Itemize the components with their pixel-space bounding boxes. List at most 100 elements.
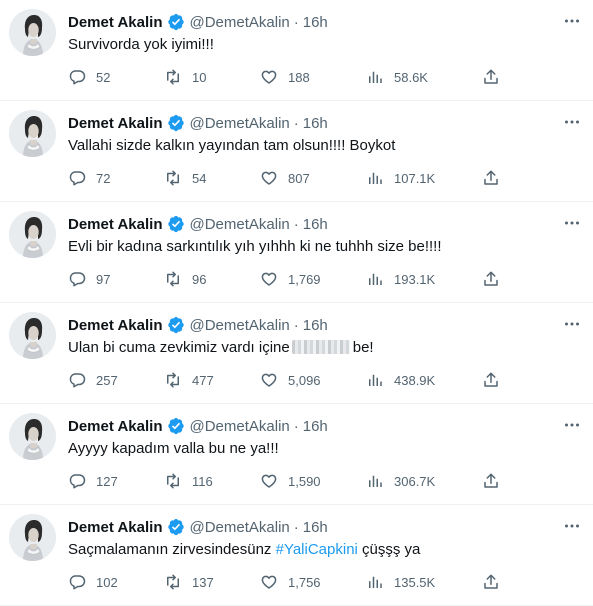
tweet[interactable]: Demet Akalin @DemetAkalin · 16h Evli bir… <box>0 202 593 303</box>
retweet-button[interactable]: 10 <box>164 66 206 88</box>
tweet[interactable]: Demet Akalin @DemetAkalin · 16h Ulan bi … <box>0 303 593 404</box>
avatar[interactable] <box>9 413 56 460</box>
tweet-timestamp[interactable]: 16h <box>303 14 328 31</box>
author-handle[interactable]: @DemetAkalin <box>189 418 289 435</box>
retweet-button[interactable]: 96 <box>164 268 206 290</box>
verified-badge-icon <box>167 518 185 536</box>
like-button[interactable]: 5,096 <box>260 369 321 391</box>
more-options-icon[interactable] <box>563 416 581 434</box>
retweet-count: 96 <box>192 271 207 287</box>
more-options-icon[interactable] <box>563 12 581 30</box>
share-icon <box>484 574 498 589</box>
share-button[interactable] <box>482 268 500 290</box>
tweet-timestamp[interactable]: 16h <box>303 418 328 435</box>
retweet-button[interactable]: 477 <box>164 369 214 391</box>
views-button[interactable]: 107.1K <box>366 167 435 189</box>
reply-count: 102 <box>96 574 118 590</box>
views-button[interactable]: 193.1K <box>366 268 435 290</box>
author-handle[interactable]: @DemetAkalin <box>189 519 289 536</box>
tweet-timestamp[interactable]: 16h <box>303 115 328 132</box>
avatar[interactable] <box>9 211 56 258</box>
author-handle[interactable]: @DemetAkalin <box>189 14 289 31</box>
tweet-actions: 257 477 5,096 438.9K <box>68 369 508 391</box>
share-icon <box>484 69 498 84</box>
reply-count: 257 <box>96 372 118 388</box>
verified-badge-icon <box>167 114 185 132</box>
tweet-timestamp[interactable]: 16h <box>303 216 328 233</box>
like-count: 1,756 <box>288 574 321 590</box>
reply-button[interactable]: 127 <box>68 470 118 492</box>
heart-icon <box>261 474 277 488</box>
heart-icon <box>261 171 277 185</box>
tweet[interactable]: Demet Akalin @DemetAkalin · 16h Vallahi … <box>0 101 593 202</box>
reply-count: 97 <box>96 271 111 287</box>
reply-button[interactable]: 72 <box>68 167 110 189</box>
views-count: 107.1K <box>394 170 436 186</box>
views-button[interactable]: 438.9K <box>366 369 435 391</box>
hashtag-link[interactable]: #YaliCapkini <box>276 541 358 558</box>
tweet[interactable]: Demet Akalin @DemetAkalin · 16h Survivor… <box>0 0 593 101</box>
avatar[interactable] <box>9 9 56 56</box>
more-options-icon[interactable] <box>563 315 581 333</box>
share-button[interactable] <box>482 470 500 492</box>
like-count: 807 <box>288 170 310 186</box>
like-count: 1,769 <box>288 271 321 287</box>
separator-dot: · <box>293 518 299 536</box>
like-button[interactable]: 188 <box>260 66 310 88</box>
tweet[interactable]: Demet Akalin @DemetAkalin · 16h Ayyyy ka… <box>0 404 593 505</box>
author-name[interactable]: Demet Akalin <box>68 317 162 334</box>
views-button[interactable]: 135.5K <box>366 571 435 593</box>
avatar[interactable] <box>9 312 56 359</box>
like-button[interactable]: 1,756 <box>260 571 321 593</box>
author-handle[interactable]: @DemetAkalin <box>189 216 289 233</box>
tweet-text: Evli bir kadına sarkıntılık yıh yıhhh ki… <box>68 238 442 255</box>
avatar[interactable] <box>9 110 56 157</box>
like-count: 1,590 <box>288 473 321 489</box>
like-button[interactable]: 1,590 <box>260 470 321 492</box>
views-button[interactable]: 306.7K <box>366 470 435 492</box>
retweet-button[interactable]: 137 <box>164 571 214 593</box>
author-handle[interactable]: @DemetAkalin <box>189 115 289 132</box>
retweet-icon <box>167 170 179 186</box>
tweet-actions: 72 54 807 107.1K <box>68 167 508 189</box>
share-button[interactable] <box>482 571 500 593</box>
avatar[interactable] <box>9 514 56 561</box>
separator-dot: · <box>293 13 299 31</box>
retweet-button[interactable]: 116 <box>164 470 213 492</box>
tweet-text: Survivorda yok iyimi!!! <box>68 36 214 53</box>
reply-icon <box>69 474 86 489</box>
tweet-actions: 97 96 1,769 193.1K <box>68 268 508 290</box>
more-options-icon[interactable] <box>563 517 581 535</box>
share-button[interactable] <box>482 66 500 88</box>
reply-button[interactable]: 257 <box>68 369 118 391</box>
author-name[interactable]: Demet Akalin <box>68 418 162 435</box>
views-button[interactable]: 58.6K <box>366 66 428 88</box>
reply-button[interactable]: 52 <box>68 66 110 88</box>
retweet-icon <box>167 574 179 590</box>
more-options-icon[interactable] <box>563 214 581 232</box>
share-icon <box>484 372 498 387</box>
reply-count: 52 <box>96 69 111 85</box>
author-name[interactable]: Demet Akalin <box>68 115 162 132</box>
reply-button[interactable]: 97 <box>68 268 110 290</box>
author-name[interactable]: Demet Akalin <box>68 519 162 536</box>
author-handle[interactable]: @DemetAkalin <box>189 317 289 334</box>
tweet-timestamp[interactable]: 16h <box>303 317 328 334</box>
share-button[interactable] <box>482 167 500 189</box>
tweet-feed: Demet Akalin @DemetAkalin · 16h Survivor… <box>0 0 593 606</box>
more-options-icon[interactable] <box>563 113 581 131</box>
author-name[interactable]: Demet Akalin <box>68 14 162 31</box>
like-button[interactable]: 807 <box>260 167 310 189</box>
reply-icon <box>69 70 86 85</box>
tweet[interactable]: Demet Akalin @DemetAkalin · 16h Saçmalam… <box>0 505 593 606</box>
tweet-text: Ulan bi cuma zevkimiz vardı içine be! <box>68 338 563 358</box>
reply-button[interactable]: 102 <box>68 571 118 593</box>
retweet-button[interactable]: 54 <box>164 167 206 189</box>
tweet-actions: 127 116 1,590 306.7K <box>68 470 508 492</box>
author-name[interactable]: Demet Akalin <box>68 216 162 233</box>
heart-icon <box>261 70 277 84</box>
share-button[interactable] <box>482 369 500 391</box>
tweet-timestamp[interactable]: 16h <box>303 519 328 536</box>
retweet-icon <box>167 69 179 85</box>
like-button[interactable]: 1,769 <box>260 268 321 290</box>
